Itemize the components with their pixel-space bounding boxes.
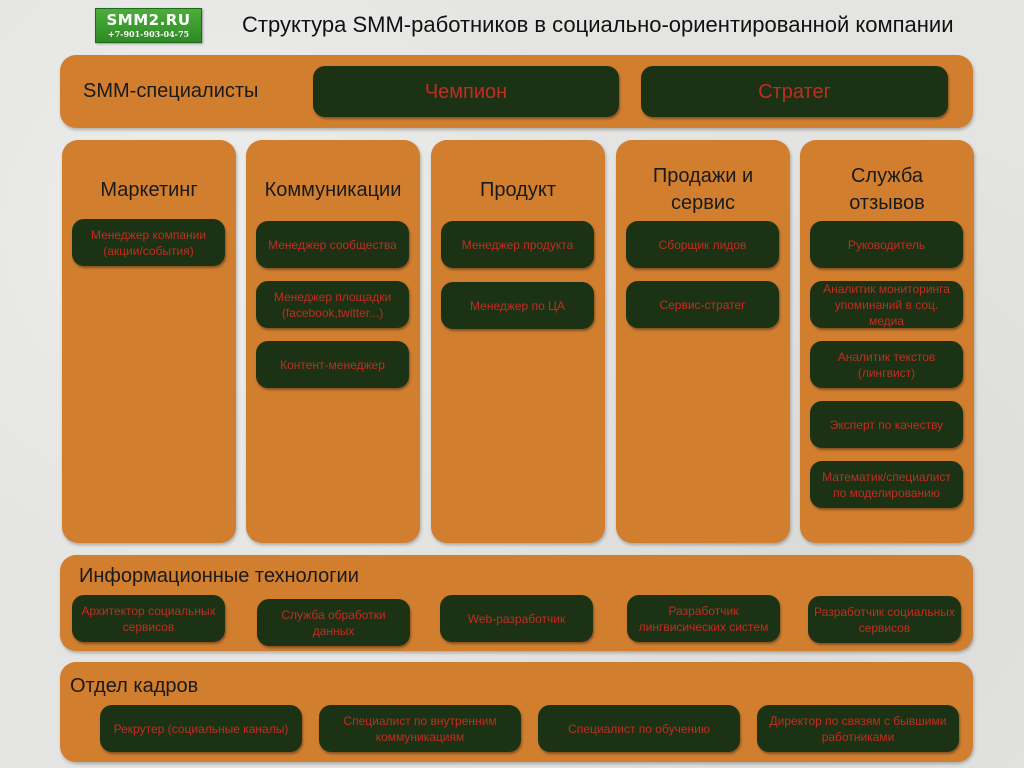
page-title: Структура SMM-работников в социально-ори… bbox=[242, 12, 954, 37]
role-box: Разработчик лингвисических систем bbox=[627, 595, 780, 642]
role-box: Специалист по обучению bbox=[538, 705, 740, 752]
role-box: Аналитик текстов (лингвист) bbox=[810, 341, 963, 388]
column-marketing: Маркетинг Менеджер компании (акции/событ… bbox=[62, 140, 236, 543]
logo: SMM2.RU +7-901-903-04-75 bbox=[95, 8, 202, 43]
role-box: Web-разработчик bbox=[440, 595, 593, 642]
column-feedback: Служба отзывов Руководитель Аналитик мон… bbox=[800, 140, 974, 543]
column-sales-service: Продажи и сервис Сборщик лидов Сервис-ст… bbox=[616, 140, 790, 543]
column-title: Продажи и сервис bbox=[652, 165, 754, 214]
logo-phone: +7-901-903-04-75 bbox=[107, 29, 190, 39]
role-box: Стратег bbox=[641, 66, 948, 117]
role-box: Эксперт по качеству bbox=[810, 401, 963, 448]
role-box: Аналитик мониторинга упоминаний в соц. м… bbox=[810, 281, 963, 328]
role-box: Менеджер продукта bbox=[441, 221, 594, 268]
role-box: Менеджер по ЦА bbox=[441, 282, 594, 329]
role-box: Сборщик лидов bbox=[626, 221, 779, 268]
role-box: Служба обработки данных bbox=[257, 599, 410, 646]
role-box: Чемпион bbox=[313, 66, 619, 117]
role-box: Менеджер площадки (facebook,twitter...) bbox=[256, 281, 409, 328]
logo-name: SMM2.RU bbox=[106, 11, 191, 29]
role-box: Менеджер сообщества bbox=[256, 221, 409, 268]
role-box: Директор по связям с бывшими работниками bbox=[757, 705, 959, 752]
role-box: Архитектор социальных сервисов bbox=[72, 595, 225, 642]
column-product: Продукт Менеджер продукта Менеджер по ЦА bbox=[431, 140, 605, 543]
hr-title: Отдел кадров bbox=[70, 675, 199, 697]
role-box: Рекрутер (социальные каналы) bbox=[100, 705, 302, 752]
role-box: Сервис-стратег bbox=[626, 281, 779, 328]
it-title: Информационные технологии bbox=[79, 565, 359, 587]
column-title: Служба отзывов bbox=[849, 165, 925, 214]
role-box: Контент-менеджер bbox=[256, 341, 409, 388]
role-box: Руководитель bbox=[810, 221, 963, 268]
column-title: Маркетинг bbox=[100, 179, 198, 201]
smm-specialists-label: SMM-специалисты bbox=[83, 80, 259, 102]
column-title: Коммуникации bbox=[264, 179, 402, 201]
role-box: Менеджер компании (акции/события) bbox=[72, 219, 225, 266]
smm-specialists-panel: SMM-специалисты Чемпион Стратег bbox=[60, 55, 973, 128]
column-communications: Коммуникации Менеджер сообщества Менедже… bbox=[246, 140, 420, 543]
role-box: Математик/специалист по моделированию bbox=[810, 461, 963, 508]
column-title: Продукт bbox=[480, 179, 556, 201]
role-box: Разработчик социальных сервисов bbox=[808, 596, 961, 643]
role-box: Специалист по внутренним коммуникациям bbox=[319, 705, 521, 752]
hr-panel: Отдел кадров Рекрутер (социальные каналы… bbox=[60, 662, 973, 762]
it-panel: Информационные технологии Архитектор соц… bbox=[60, 555, 973, 651]
